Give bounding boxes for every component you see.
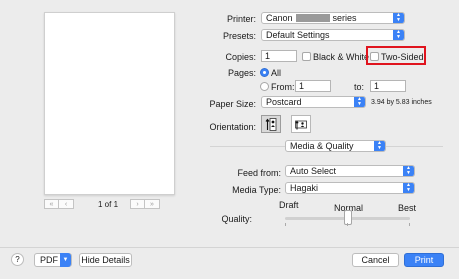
chevron-updown-icon: ▲ ▼ — [393, 13, 404, 23]
quality-tick-draft — [285, 223, 286, 226]
quality-tick-best — [409, 223, 410, 226]
printer-name-suffix: series — [332, 13, 357, 23]
footer-separator — [0, 247, 459, 248]
paper-size-label: Paper Size: — [209, 99, 256, 109]
printer-popup[interactable]: Canon series ▲ ▼ — [261, 12, 405, 24]
pages-to-field[interactable]: 1 — [370, 80, 406, 92]
chevron-updown-icon: ▲ ▼ — [374, 141, 385, 151]
help-icon: ? — [15, 255, 20, 264]
paper-size-popup[interactable]: Postcard ▲ ▼ — [261, 96, 366, 108]
pages-range-radio[interactable] — [260, 82, 269, 91]
page-indicator: 1 of 1 — [98, 200, 119, 209]
quality-label: Quality: — [221, 214, 252, 224]
two-sided-label: Two-Sided — [381, 52, 424, 62]
pages-to-label: to: — [354, 82, 365, 92]
two-sided-checkbox[interactable] — [370, 52, 379, 61]
page-preview — [44, 12, 175, 195]
quality-best-label: Best — [398, 203, 417, 213]
copies-label: Copies: — [225, 52, 256, 62]
first-page-button[interactable]: « — [44, 199, 59, 209]
printer-model-redacted — [295, 14, 330, 22]
quality-draft-label: Draft — [279, 200, 299, 210]
section-popup[interactable]: Media & Quality ▲ ▼ — [285, 140, 386, 152]
landscape-icon — [295, 120, 307, 129]
printer-label: Printer: — [226, 14, 256, 24]
pages-label: Pages: — [227, 68, 256, 78]
media-type-popup[interactable]: Hagaki ▲ ▼ — [285, 182, 415, 194]
last-page-button[interactable]: » — [145, 199, 160, 209]
hide-details-button[interactable]: Hide Details — [79, 253, 132, 267]
presets-value: Default Settings — [266, 30, 330, 40]
next-page-button[interactable]: › — [130, 199, 145, 209]
pdf-menu-button[interactable]: PDF ▼ — [34, 253, 72, 267]
paper-dimensions: 3.94 by 5.83 inches — [371, 99, 432, 106]
black-white-label: Black & White — [313, 52, 370, 62]
cancel-button[interactable]: Cancel — [352, 253, 399, 267]
pager-back-group: « ‹ — [44, 199, 74, 209]
portrait-button[interactable] — [261, 115, 281, 133]
feed-from-label: Feed from: — [237, 168, 281, 178]
copies-field[interactable]: 1 — [261, 50, 297, 62]
feed-from-popup[interactable]: Auto Select ▲ ▼ — [285, 165, 415, 177]
help-button[interactable]: ? — [11, 253, 24, 266]
landscape-button[interactable] — [291, 115, 311, 133]
paper-size-value: Postcard — [266, 97, 302, 107]
media-type-label: Media Type: — [232, 185, 281, 195]
presets-popup[interactable]: Default Settings ▲ ▼ — [261, 29, 405, 41]
chevron-updown-icon: ▲ ▼ — [354, 97, 365, 107]
pages-from-field[interactable]: 1 — [295, 80, 331, 92]
print-button[interactable]: Print — [404, 253, 444, 267]
quality-tick-normal — [347, 223, 348, 226]
black-white-checkbox[interactable] — [302, 52, 311, 61]
chevron-updown-icon: ▲ ▼ — [403, 183, 414, 193]
prev-page-button[interactable]: ‹ — [59, 199, 74, 209]
chevron-updown-icon: ▲ ▼ — [393, 30, 404, 40]
presets-label: Presets: — [222, 31, 256, 41]
feed-from-value: Auto Select — [290, 166, 337, 176]
pages-all-label: All — [271, 68, 282, 78]
section-value: Media & Quality — [290, 141, 354, 151]
media-type-value: Hagaki — [290, 183, 319, 193]
portrait-icon — [265, 117, 277, 131]
pdf-label: PDF — [40, 255, 58, 265]
pages-all-radio[interactable] — [260, 68, 269, 77]
chevron-down-icon: ▼ — [60, 253, 71, 267]
pages-from-label: From: — [271, 82, 295, 92]
orientation-label: Orientation: — [209, 122, 256, 132]
pager-forward-group: › » — [130, 199, 160, 209]
chevron-updown-icon: ▲ ▼ — [403, 166, 414, 176]
printer-name-prefix: Canon — [266, 13, 293, 23]
